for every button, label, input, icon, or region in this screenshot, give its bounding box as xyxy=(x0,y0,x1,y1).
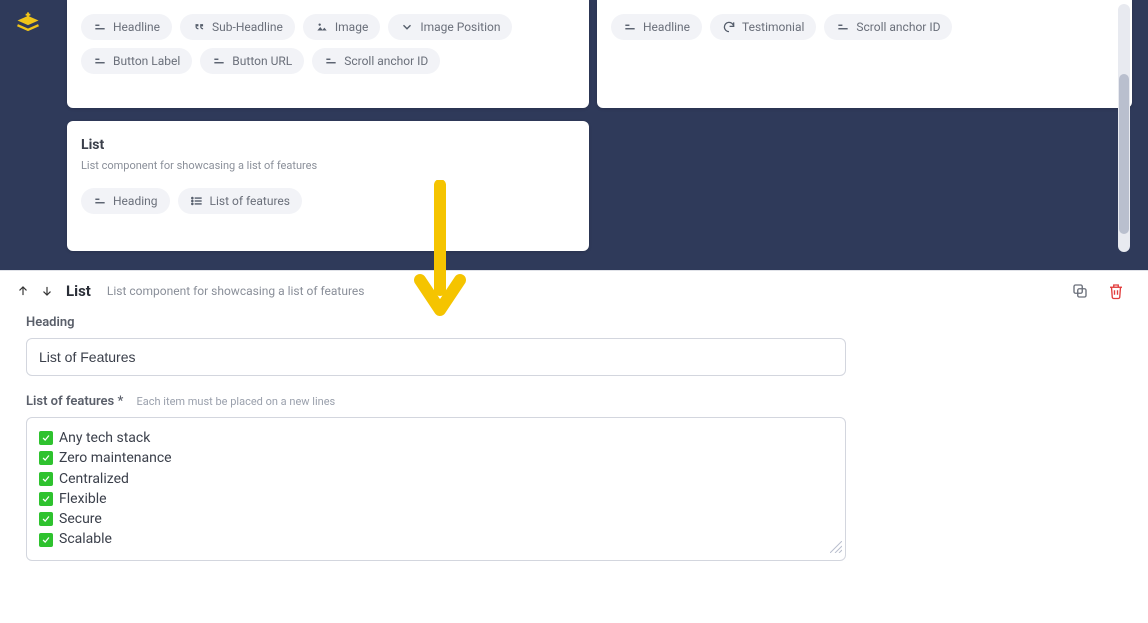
lines-icon xyxy=(623,20,637,34)
field-pill-sub-headline[interactable]: Sub-Headline xyxy=(180,14,295,40)
check-icon xyxy=(39,533,53,547)
lines-icon xyxy=(93,20,107,34)
card-subtitle: List component for showcasing a list of … xyxy=(81,159,575,172)
feature-text: Any tech stack xyxy=(59,428,150,448)
feature-line: Flexible xyxy=(39,489,833,509)
field-pill-list-of-features[interactable]: List of features xyxy=(178,188,302,214)
field-pill-button-url[interactable]: Button URL xyxy=(200,48,304,74)
image-icon xyxy=(315,20,329,34)
field-pill-heading[interactable]: Heading xyxy=(81,188,170,214)
pill-label: Headline xyxy=(113,20,160,34)
component-card-hero[interactable]: HeadlineSub-HeadlineImageImage Position … xyxy=(67,0,589,108)
field-pill-testimonial[interactable]: Testimonial xyxy=(710,14,816,40)
features-textarea[interactable]: Any tech stackZero maintenanceCentralize… xyxy=(26,417,846,561)
component-palette-region: HeadlineSub-HeadlineImageImage Position … xyxy=(0,0,1148,270)
quote-icon xyxy=(192,20,206,34)
lines-icon xyxy=(212,54,226,68)
pill-label: Image xyxy=(335,20,368,34)
move-down-button[interactable] xyxy=(38,282,56,300)
heading-field-group: Heading xyxy=(26,315,1114,376)
pill-label: Scroll anchor ID xyxy=(856,20,940,34)
feature-line: Secure xyxy=(39,509,833,529)
component-card-list[interactable]: List List component for showcasing a lis… xyxy=(67,121,589,251)
field-pill-image[interactable]: Image xyxy=(303,14,380,40)
pill-label: Testimonial xyxy=(742,20,804,34)
lines-icon xyxy=(324,54,338,68)
lines-icon xyxy=(836,20,850,34)
lines-icon xyxy=(93,194,107,208)
field-pill-scroll-anchor-id[interactable]: Scroll anchor ID xyxy=(312,48,440,74)
pill-label: Button Label xyxy=(113,54,180,68)
list-icon xyxy=(190,194,204,208)
feature-text: Centralized xyxy=(59,469,129,489)
pill-label: Headline xyxy=(643,20,690,34)
feature-text: Flexible xyxy=(59,489,107,509)
chevron-icon xyxy=(400,20,414,34)
pill-label: Image Position xyxy=(420,20,500,34)
editor-description: List component for showcasing a list of … xyxy=(107,284,365,298)
feature-line: Scalable xyxy=(39,529,833,549)
feature-text: Secure xyxy=(59,509,102,529)
heading-label: Heading xyxy=(26,315,1114,330)
card-title: List xyxy=(81,137,575,153)
scrollbar-thumb[interactable] xyxy=(1119,74,1129,234)
resize-handle-icon[interactable] xyxy=(830,541,842,557)
check-icon xyxy=(39,492,53,506)
feature-text: Scalable xyxy=(59,529,112,549)
field-pill-button-label[interactable]: Button Label xyxy=(81,48,192,74)
features-label: List of features * Each item must be pla… xyxy=(26,394,1114,409)
delete-button[interactable] xyxy=(1106,281,1126,301)
pill-label: Scroll anchor ID xyxy=(344,54,428,68)
move-up-button[interactable] xyxy=(14,282,32,300)
editor-header: List List component for showcasing a lis… xyxy=(14,281,1126,301)
lines-icon xyxy=(93,54,107,68)
feature-line: Any tech stack xyxy=(39,428,833,448)
heading-input[interactable] xyxy=(26,338,846,376)
field-pill-headline[interactable]: Headline xyxy=(611,14,702,40)
field-pill-image-position[interactable]: Image Position xyxy=(388,14,512,40)
scrollbar-track[interactable] xyxy=(1118,4,1130,252)
features-field-group: List of features * Each item must be pla… xyxy=(26,394,1114,561)
editor-panel: List List component for showcasing a lis… xyxy=(0,270,1148,623)
pill-label: List of features xyxy=(210,194,290,208)
pill-label: Heading xyxy=(113,194,158,208)
field-pill-headline[interactable]: Headline xyxy=(81,14,172,40)
app-logo xyxy=(14,10,42,38)
feature-line: Centralized xyxy=(39,469,833,489)
check-icon xyxy=(39,512,53,526)
pill-label: Sub-Headline xyxy=(212,20,283,34)
field-pill-scroll-anchor-id[interactable]: Scroll anchor ID xyxy=(824,14,952,40)
editor-title: List xyxy=(66,282,91,300)
pill-label: Button URL xyxy=(232,54,292,68)
check-icon xyxy=(39,431,53,445)
check-icon xyxy=(39,472,53,486)
reload-icon xyxy=(722,20,736,34)
component-card-testimonial[interactable]: Headline Testimonial Scroll anchor ID xyxy=(597,0,1132,108)
feature-line: Zero maintenance xyxy=(39,448,833,468)
duplicate-button[interactable] xyxy=(1070,281,1090,301)
check-icon xyxy=(39,451,53,465)
feature-text: Zero maintenance xyxy=(59,448,172,468)
